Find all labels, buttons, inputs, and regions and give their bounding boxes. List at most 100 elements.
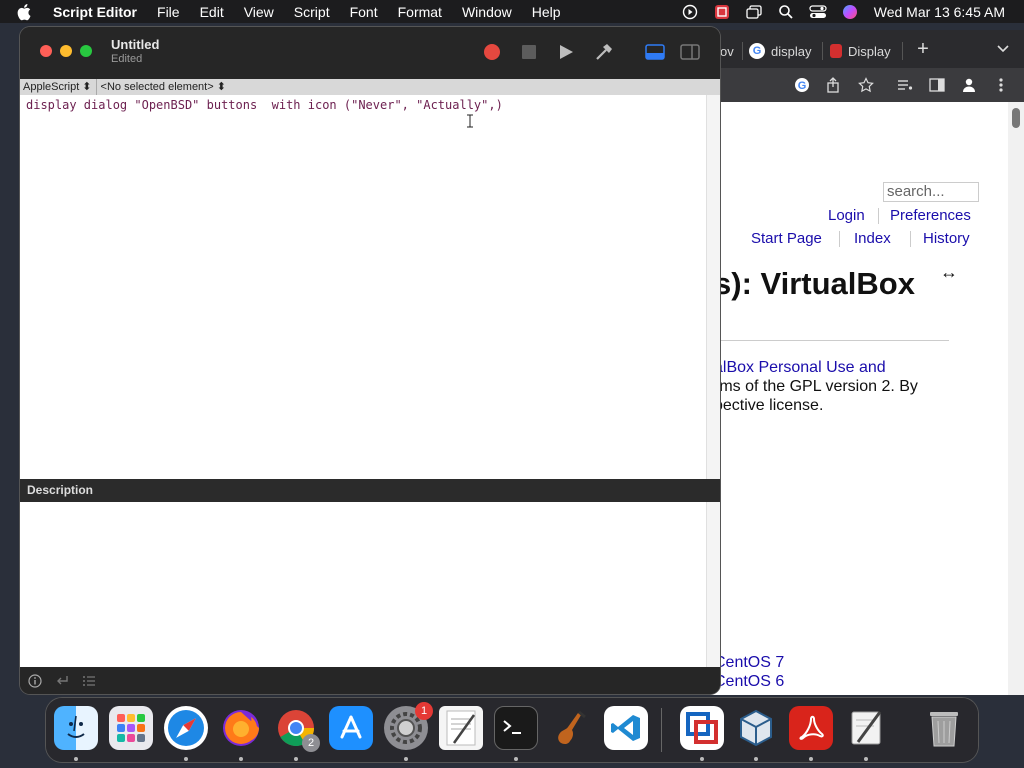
running-indicator <box>700 757 704 761</box>
dock-divider <box>661 708 662 752</box>
google-lens-icon[interactable]: G <box>793 76 811 94</box>
new-tab-plus-icon[interactable]: + <box>914 38 932 60</box>
start-page-link[interactable]: Start Page <box>751 230 822 247</box>
tab-divider <box>822 42 823 60</box>
page-scrollbar[interactable] <box>1008 102 1024 695</box>
menu-format[interactable]: Format <box>398 4 442 20</box>
control-center-icon[interactable] <box>808 4 828 20</box>
windows-stack-icon[interactable] <box>744 4 764 20</box>
chrome-menu-kebab-icon[interactable] <box>992 76 1010 94</box>
spotlight-search-icon[interactable] <box>776 4 796 20</box>
stop-button[interactable] <box>518 41 540 63</box>
compile-hammer-icon[interactable] <box>593 41 615 63</box>
divider <box>714 340 949 341</box>
document-title: Untitled <box>111 37 160 52</box>
svg-text:G: G <box>798 80 807 92</box>
menu-edit[interactable]: Edit <box>200 4 224 20</box>
description-header: Description <box>20 479 720 502</box>
license-text-line: rms of the GPL version 2. By <box>714 378 918 395</box>
dock-finder-icon[interactable] <box>54 706 98 750</box>
run-button[interactable] <box>555 41 577 63</box>
chrome-tab-partial[interactable]: ov <box>720 38 734 64</box>
tab-divider <box>902 42 903 60</box>
side-panel-icon[interactable] <box>928 76 946 94</box>
dock-parallels-icon[interactable] <box>680 706 724 750</box>
tab-search-chevron-icon[interactable] <box>994 40 1012 58</box>
link-separator <box>910 231 911 247</box>
bookmark-star-icon[interactable] <box>857 76 875 94</box>
script-editor-text-area[interactable]: display dialog "OpenBSD" buttons with ic… <box>20 95 706 479</box>
apple-menu-icon[interactable] <box>17 3 35 21</box>
editor-scrollbar[interactable] <box>706 95 720 479</box>
dock-launchpad-icon[interactable] <box>109 706 153 750</box>
menu-view[interactable]: View <box>244 4 274 20</box>
dock-virtualbox-icon[interactable] <box>734 706 778 750</box>
scrollbar-thumb[interactable] <box>1012 108 1020 128</box>
text-cursor-icon <box>467 114 473 128</box>
dock-acrobat-icon[interactable] <box>789 706 833 750</box>
tab-title: display <box>771 43 812 59</box>
reading-list-icon[interactable] <box>896 76 914 94</box>
play-circle-icon[interactable] <box>680 4 700 20</box>
google-favicon-icon: G <box>749 43 765 59</box>
parallels-status-icon[interactable] <box>712 4 732 20</box>
dock-app-store-icon[interactable] <box>329 706 373 750</box>
running-indicator <box>294 757 298 761</box>
running-indicator <box>864 757 868 761</box>
index-link[interactable]: Index <box>854 230 891 247</box>
dock-trash-icon[interactable] <box>922 706 966 750</box>
chrome-tab-display[interactable]: Display <box>830 38 891 64</box>
settings-badge: 1 <box>415 702 433 720</box>
centos7-link[interactable]: CentOS 7 <box>714 654 784 672</box>
navigation-bar: AppleScript ⬍ <No selected element> ⬍ <box>20 79 720 95</box>
dock-vscode-icon[interactable] <box>604 706 648 750</box>
menu-window[interactable]: Window <box>462 4 512 20</box>
link-separator <box>839 231 840 247</box>
record-button[interactable] <box>481 41 503 63</box>
chrome-badge: 2 <box>302 734 320 752</box>
chrome-tab-google[interactable]: G display <box>749 38 811 64</box>
list-icon[interactable] <box>82 674 96 688</box>
menu-help[interactable]: Help <box>532 4 561 20</box>
dock-script-editor-icon[interactable] <box>844 706 888 750</box>
history-link[interactable]: History <box>923 230 970 247</box>
close-window-button[interactable] <box>40 45 52 57</box>
zoom-window-button[interactable] <box>80 45 92 57</box>
dock-garageband-icon[interactable] <box>549 706 593 750</box>
language-selector[interactable]: AppleScript ⬍ <box>20 79 97 95</box>
show-library-button[interactable] <box>679 41 701 63</box>
script-code[interactable]: display dialog "OpenBSD" buttons with ic… <box>26 98 503 112</box>
dock-textedit-icon[interactable] <box>439 706 483 750</box>
menu-file[interactable]: File <box>157 4 180 20</box>
menu-font[interactable]: Font <box>350 4 378 20</box>
description-scrollbar[interactable] <box>706 502 720 667</box>
description-text-area[interactable] <box>20 502 706 667</box>
login-link[interactable]: Login <box>828 207 865 224</box>
license-link[interactable]: alBox Personal Use and <box>714 359 886 377</box>
window-titlebar[interactable]: Untitled Edited <box>20 27 720 79</box>
element-selector[interactable]: <No selected element> ⬍ <box>97 79 230 95</box>
bottom-toolbar <box>20 667 720 694</box>
minimize-window-button[interactable] <box>60 45 72 57</box>
info-icon[interactable] <box>28 674 42 688</box>
siri-icon[interactable] <box>840 4 860 20</box>
license-text-line: pective license. <box>714 397 824 414</box>
app-menu-script-editor[interactable]: Script Editor <box>53 4 137 20</box>
dock-terminal-icon[interactable] <box>494 706 538 750</box>
menubar-clock[interactable]: Wed Mar 13 6:45 AM <box>874 4 1005 20</box>
preferences-link[interactable]: Preferences <box>890 207 971 224</box>
link-separator <box>878 208 879 224</box>
centos6-link[interactable]: CentOS 6 <box>714 673 784 691</box>
dock-safari-icon[interactable] <box>164 706 208 750</box>
show-log-button[interactable] <box>644 41 666 63</box>
chrome-toolbar: G <box>700 68 1024 102</box>
script-editor-window: Untitled Edited AppleScript ⬍ <No select… <box>20 27 720 694</box>
menu-script[interactable]: Script <box>294 4 330 20</box>
profile-avatar-icon[interactable] <box>960 76 978 94</box>
reply-arrow-icon[interactable] <box>55 674 69 688</box>
share-icon[interactable] <box>824 76 842 94</box>
dock-firefox-icon[interactable] <box>219 706 263 750</box>
wiki-search-input[interactable]: search... <box>883 182 979 202</box>
running-indicator <box>514 757 518 761</box>
running-indicator <box>184 757 188 761</box>
